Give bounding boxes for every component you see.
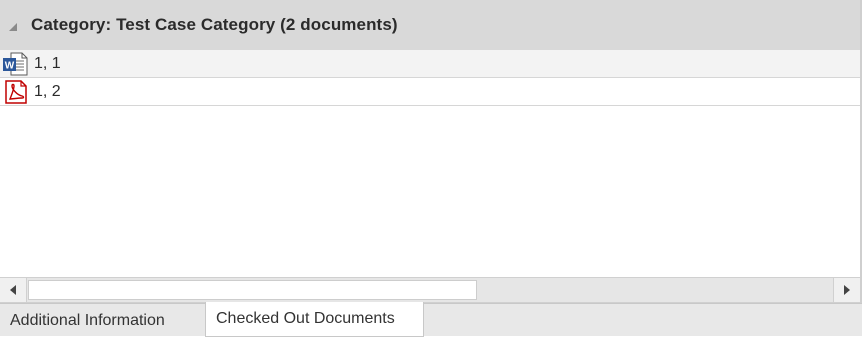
document-row[interactable]: 1, 2 xyxy=(0,78,860,106)
svg-text:W: W xyxy=(5,60,15,71)
scroll-right-button[interactable] xyxy=(833,278,860,302)
word-document-icon: W xyxy=(3,52,28,75)
scroll-left-button[interactable] xyxy=(0,278,27,302)
expanded-triangle-icon[interactable] xyxy=(9,23,17,31)
arrow-right-icon xyxy=(844,285,850,295)
category-group-header[interactable]: Category: Test Case Category (2 document… xyxy=(0,0,860,50)
document-label: 1, 2 xyxy=(34,82,61,100)
tab-checked-out-documents[interactable]: Checked Out Documents xyxy=(205,302,424,337)
horizontal-scrollbar[interactable] xyxy=(0,277,860,303)
documents-panel: Category: Test Case Category (2 document… xyxy=(0,0,862,303)
pdf-document-icon xyxy=(5,79,27,104)
arrow-left-icon xyxy=(10,285,16,295)
category-group-title: Category: Test Case Category (2 document… xyxy=(31,15,398,34)
tab-additional-information[interactable]: Additional Information xyxy=(0,304,204,337)
document-label: 1, 1 xyxy=(34,54,61,72)
bottom-tab-bar: Additional Information Checked Out Docum… xyxy=(0,302,862,337)
document-list: W 1, 1 1, 2 xyxy=(0,50,860,106)
document-row[interactable]: W 1, 1 xyxy=(0,50,860,78)
scrollbar-thumb[interactable] xyxy=(28,280,477,300)
